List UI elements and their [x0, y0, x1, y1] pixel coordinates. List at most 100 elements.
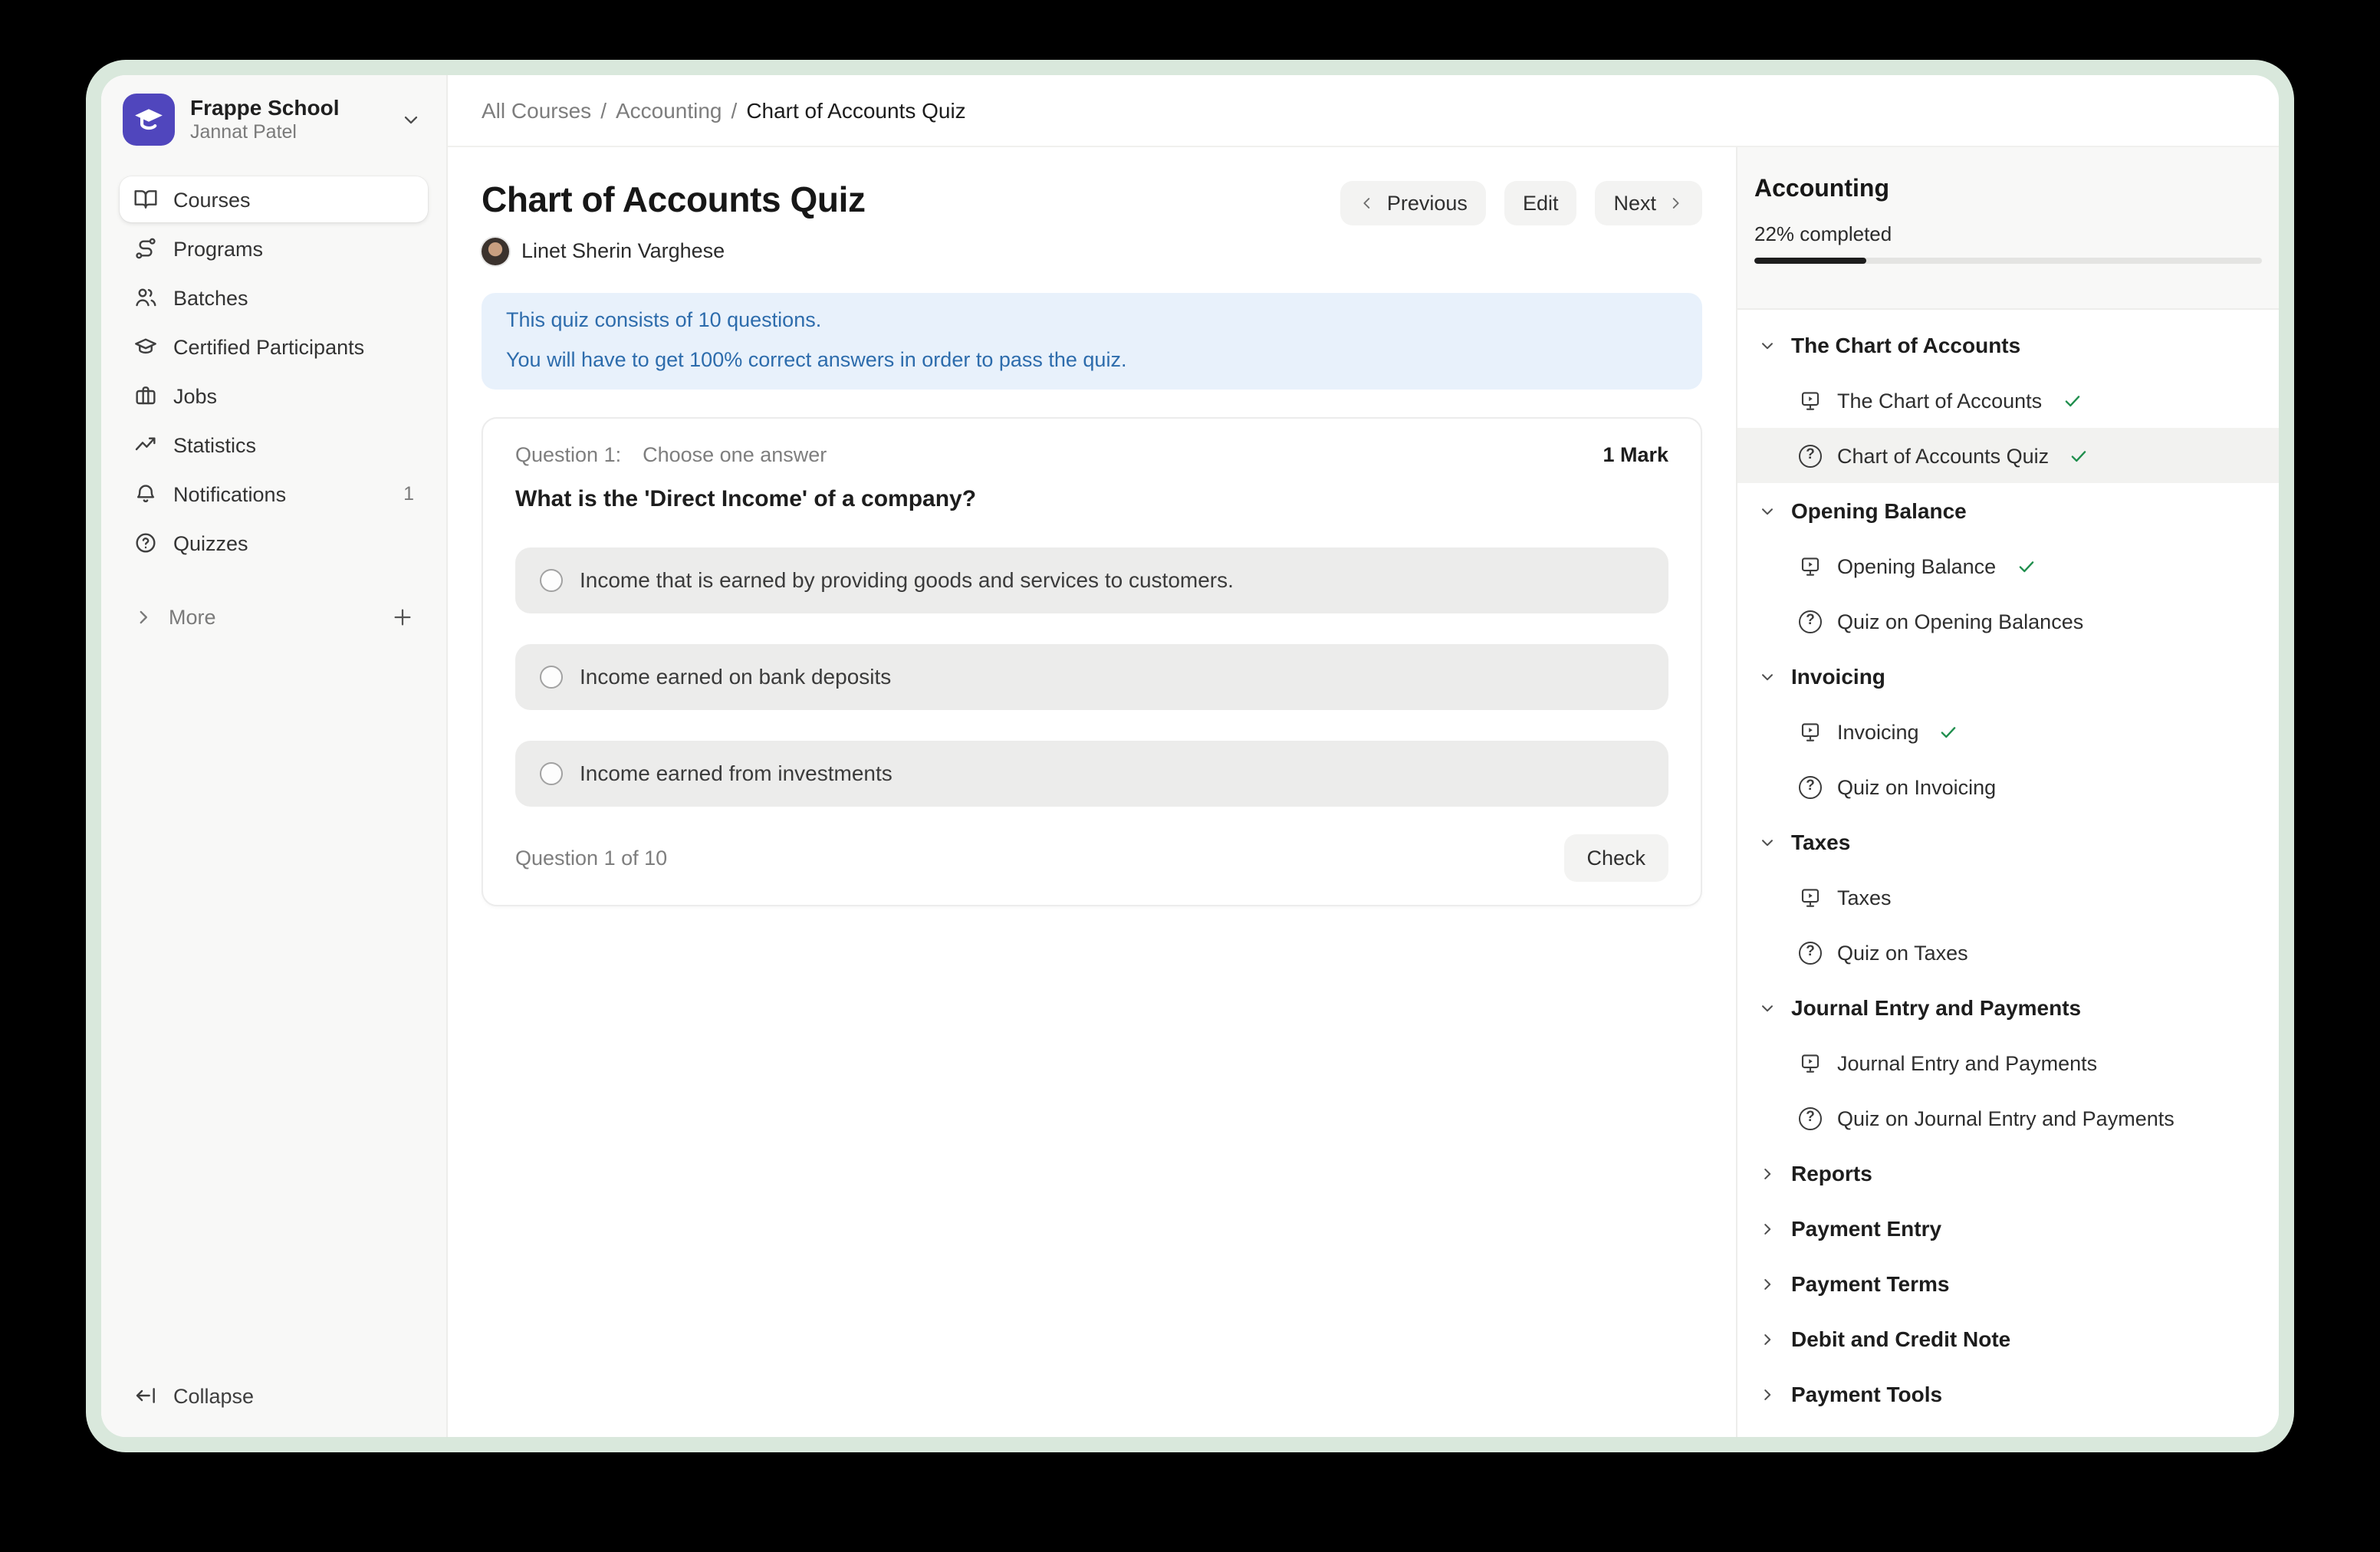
chapter-title: Debit and Credit Note [1791, 1327, 2010, 1351]
sidebar-item-programs[interactable]: Programs [120, 225, 428, 271]
check-icon [2069, 446, 2089, 465]
chapter-row[interactable]: Taxes [1737, 814, 2279, 870]
sidebar-item-label: Notifications [173, 482, 286, 505]
chapter-row[interactable]: Payment Entry [1737, 1201, 2279, 1256]
check-icon [1939, 722, 1959, 741]
chevron-down-icon [1759, 668, 1776, 685]
next-button-label: Next [1613, 192, 1656, 215]
lesson-title: Opening Balance [1837, 554, 1996, 577]
workspace-switcher[interactable]: Frappe School Jannat Patel [120, 90, 428, 146]
lesson-row[interactable]: Quiz on Taxes [1737, 925, 2279, 980]
lesson-icon [1799, 886, 1822, 909]
next-button[interactable]: Next [1595, 181, 1702, 225]
sidebar-item-notifications[interactable]: Notifications 1 [120, 471, 428, 517]
quiz-actions: Previous Edit Next [1341, 181, 1702, 225]
sidebar-item-label: Jobs [173, 384, 217, 407]
answer-option-2[interactable]: Income earned on bank deposits [515, 643, 1668, 709]
sidebar-collapse-button[interactable]: Collapse [120, 1373, 428, 1419]
previous-button-label: Previous [1387, 192, 1468, 215]
lesson-title: Quiz on Opening Balances [1837, 610, 2083, 633]
course-progress-fill [1754, 258, 1866, 264]
chapter-title: Reports [1791, 1161, 1872, 1185]
sidebar-item-quizzes[interactable]: Quizzes [120, 520, 428, 566]
sidebar-item-jobs[interactable]: Jobs [120, 373, 428, 419]
chapter-row[interactable]: Journal Entry and Payments [1737, 980, 2279, 1035]
sidebar-collapse-label: Collapse [173, 1384, 254, 1407]
bell-icon [133, 482, 158, 506]
radio-button[interactable] [540, 665, 563, 688]
question-progress-label: Question 1 of 10 [515, 846, 667, 869]
lesson-row[interactable]: The Chart of Accounts [1737, 373, 2279, 428]
route-icon [133, 236, 158, 261]
lesson-row[interactable]: Invoicing [1737, 704, 2279, 759]
chapter-row[interactable]: Reports [1737, 1146, 2279, 1201]
sidebar-item-batches[interactable]: Batches [120, 275, 428, 321]
course-outline-sidebar: Accounting 22% completed The Chart of Ac… [1736, 147, 2279, 1437]
lesson-row[interactable]: Quiz on Opening Balances [1737, 594, 2279, 649]
chapter-row[interactable]: The Chart of Accounts [1737, 317, 2279, 373]
answer-option-label: Income earned on bank deposits [580, 664, 891, 689]
chapter-title: The Chart of Accounts [1791, 333, 2020, 357]
check-icon [2016, 556, 2036, 576]
chevron-down-icon [1759, 999, 1776, 1016]
author-name: Linet Sherin Varghese [521, 240, 725, 263]
lesson-row[interactable]: Quiz on Invoicing [1737, 759, 2279, 814]
chevron-right-icon [1667, 195, 1684, 212]
lesson-row[interactable]: Quiz on Journal Entry and Payments [1737, 1090, 2279, 1146]
lesson-row[interactable]: Journal Entry and Payments [1737, 1035, 2279, 1090]
workspace-subtitle: Jannat Patel [190, 122, 339, 146]
lesson-icon [1799, 389, 1822, 412]
lesson-title: The Chart of Accounts [1837, 389, 2042, 412]
chapter-row[interactable]: Opening Balance [1737, 483, 2279, 538]
workspace-text: Frappe School Jannat Patel [190, 94, 339, 146]
add-button[interactable] [391, 605, 414, 628]
sidebar-more-toggle[interactable]: More [120, 594, 428, 640]
answer-option-3[interactable]: Income earned from investments [515, 740, 1668, 806]
sidebar-item-label: Certified Participants [173, 335, 364, 358]
chapter-row[interactable]: Payment Terms [1737, 1256, 2279, 1311]
book-open-icon [133, 187, 158, 212]
breadcrumb-all-courses[interactable]: All Courses [482, 98, 591, 123]
chapter-title: Payment Entry [1791, 1216, 1941, 1241]
chapter-row[interactable]: Payment Tools [1737, 1366, 2279, 1422]
radio-button[interactable] [540, 568, 563, 591]
workspace-title: Frappe School [190, 94, 339, 121]
app-window: Frappe School Jannat Patel Courses [86, 60, 2294, 1452]
sidebar-item-label: Statistics [173, 433, 256, 456]
chapter-row[interactable]: Invoicing [1737, 649, 2279, 704]
question-footer: Question 1 of 10 Check [515, 834, 1668, 881]
lesson-row-current[interactable]: Chart of Accounts Quiz [1737, 428, 2279, 483]
answer-option-1[interactable]: Income that is earned by providing goods… [515, 547, 1668, 613]
chevron-down-icon [1759, 834, 1776, 850]
chevron-left-icon [1359, 195, 1376, 212]
chevron-down-icon [1759, 337, 1776, 353]
lesson-icon [1799, 1051, 1822, 1074]
main-header: Chart of Accounts Quiz Linet Sherin Varg… [482, 178, 1702, 265]
chapter-title: Opening Balance [1791, 498, 1967, 523]
lesson-row[interactable]: Taxes [1737, 870, 2279, 925]
chevron-right-icon [1759, 1275, 1776, 1292]
radio-button[interactable] [540, 761, 563, 784]
title-block: Chart of Accounts Quiz Linet Sherin Varg… [482, 178, 866, 265]
course-outline-list: The Chart of Accounts The Chart of Accou… [1737, 310, 2279, 1437]
chevron-down-icon [1759, 502, 1776, 519]
lesson-title: Taxes [1837, 886, 1892, 909]
question-card: Question 1: Choose one answer 1 Mark Wha… [482, 416, 1702, 906]
sidebar-item-statistics[interactable]: Statistics [120, 422, 428, 468]
sidebar-more-label: More [169, 605, 216, 628]
quiz-icon [1799, 1106, 1822, 1129]
lesson-icon [1799, 720, 1822, 743]
sidebar-item-certified-participants[interactable]: Certified Participants [120, 324, 428, 370]
edit-button[interactable]: Edit [1504, 181, 1577, 225]
previous-button[interactable]: Previous [1341, 181, 1486, 225]
breadcrumb-accounting[interactable]: Accounting [616, 98, 722, 123]
course-progress-bar [1754, 258, 2262, 264]
chapter-title: Taxes [1791, 830, 1850, 854]
quiz-icon [1799, 444, 1822, 467]
breadcrumb: All Courses / Accounting / Chart of Acco… [448, 75, 2279, 147]
chapter-row[interactable]: Debit and Credit Note [1737, 1311, 2279, 1366]
course-title: Accounting [1754, 176, 2262, 204]
sidebar-item-courses[interactable]: Courses [120, 176, 428, 222]
check-button[interactable]: Check [1563, 834, 1668, 881]
lesson-row[interactable]: Opening Balance [1737, 538, 2279, 594]
